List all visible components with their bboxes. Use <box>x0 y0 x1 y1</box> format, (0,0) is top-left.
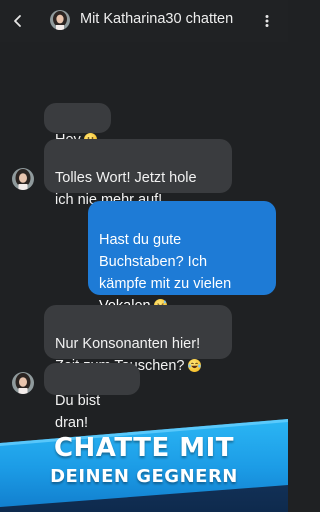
chat-title: Mit Katharina30 chatten <box>80 11 234 27</box>
laughing-tears-emoji-icon <box>187 359 201 372</box>
promo-banner <box>0 419 288 512</box>
contact-avatar[interactable] <box>12 168 34 190</box>
banner-headline: CHATTE MIT <box>53 433 235 463</box>
chevron-left-icon <box>14 15 21 27</box>
message-bubble-outgoing[interactable]: Hast du gute Buchstaben? Ich kämpfe mit … <box>88 201 276 314</box>
message-bubble-incoming[interactable]: Tolles Wort! Jetzt hole ich nie mehr auf… <box>44 139 232 208</box>
contact-avatar[interactable] <box>50 10 70 30</box>
contact-avatar[interactable] <box>12 372 34 394</box>
message-bubble-incoming[interactable]: Hey <box>44 103 111 148</box>
more-options-button[interactable] <box>255 9 279 33</box>
more-vertical-icon <box>265 15 269 27</box>
message-bubble-incoming[interactable]: Du bist dran! <box>44 363 140 431</box>
banner-subheadline: DEINEN GEGNERN <box>50 466 238 487</box>
back-button[interactable] <box>6 9 30 33</box>
message-bubble-incoming[interactable]: Nur Konsonanten hier! Zeit zum Tauschen? <box>44 305 232 374</box>
chat-header: Mit Katharina30 chatten <box>0 0 288 42</box>
